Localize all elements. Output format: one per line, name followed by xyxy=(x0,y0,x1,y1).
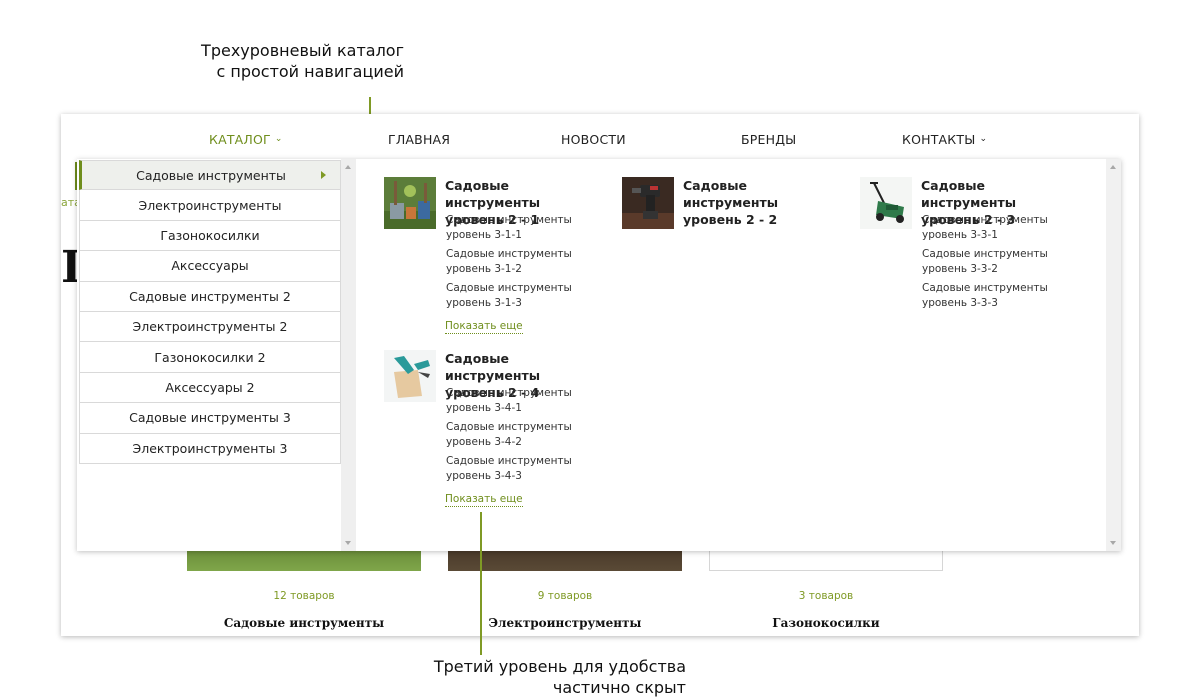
caret-right-icon xyxy=(321,171,326,179)
level-1-item[interactable]: Газонокосилки xyxy=(79,220,341,252)
nav-brands[interactable]: БРЕНДЫ xyxy=(741,132,796,147)
level-3-line: Садовые инструменты xyxy=(446,248,572,260)
category-card-count: 3 товаров xyxy=(798,590,854,602)
callout-top-line-1: Трехуровневый каталог xyxy=(201,41,404,60)
level-1-item[interactable]: Электроинструменты 2 xyxy=(79,311,341,343)
show-more-link[interactable]: Показать еще xyxy=(445,493,523,507)
level-3-line: Садовые инструменты xyxy=(446,214,572,226)
callout-third-level-hidden: Третий уровень для удобства частично скр… xyxy=(380,656,686,698)
level-1-item[interactable]: Электроинструменты 3 xyxy=(79,433,341,464)
level-1-item-label: Газонокосилки xyxy=(160,227,260,243)
nav-contacts[interactable]: КОНТАКТЫ ⌄ xyxy=(902,132,987,147)
category-card-title[interactable]: Садовые инструменты xyxy=(187,616,421,630)
level-3-line: Садовые инструменты xyxy=(922,248,1048,260)
nav-brands-label: БРЕНДЫ xyxy=(741,132,797,147)
level-2-title-line: Садовые инструменты xyxy=(683,178,779,210)
level-1-item-label: Аксессуары 2 xyxy=(165,379,255,395)
level-3-line: уровень 3-3-1 xyxy=(922,229,998,241)
level-1-item-label: Аксессуары xyxy=(171,258,249,274)
category-card-title[interactable]: Электроинструменты xyxy=(448,616,682,630)
category-card-image-mowers[interactable] xyxy=(709,550,943,571)
level-3-link[interactable]: Садовые инструменты уровень 3-1-3 xyxy=(446,281,596,311)
scroll-down-icon[interactable] xyxy=(1110,541,1116,545)
pruner-tool-image[interactable] xyxy=(384,350,436,402)
level-3-line: уровень 3-4-1 xyxy=(446,402,522,414)
level-3-line: Садовые инструменты xyxy=(446,421,572,433)
level-1-item[interactable]: Газонокосилки 2 xyxy=(79,342,341,373)
level-2-title[interactable]: Садовые инструменты уровень 2 - 2 xyxy=(683,177,843,228)
level-3-link[interactable]: Садовые инструменты уровень 3-1-2 xyxy=(446,247,596,277)
nav-contacts-label: КОНТАКТЫ xyxy=(902,132,976,147)
chevron-down-icon: ⌄ xyxy=(274,133,283,144)
nav-home[interactable]: ГЛАВНАЯ xyxy=(388,132,450,147)
level-3-link[interactable]: Садовые инструменты уровень 3-4-3 xyxy=(446,454,596,484)
level-3-link[interactable]: Садовые инструменты уровень 3-3-2 xyxy=(922,247,1072,277)
level-1-item-label: Садовые инструменты 2 xyxy=(129,288,291,304)
level-3-line: уровень 3-1-2 xyxy=(446,263,522,275)
level-3-link[interactable]: Садовые инструменты уровень 3-4-2 xyxy=(446,420,596,450)
category-card-image-power[interactable] xyxy=(448,550,682,571)
level-3-line: Садовые инструменты xyxy=(922,214,1048,226)
level-3-line: Садовые инструменты xyxy=(922,282,1048,294)
level-3-line: уровень 3-3-2 xyxy=(922,263,998,275)
catalog-mega-menu: Садовые инструменты Электроинструменты Г… xyxy=(77,159,1121,551)
submenu-scrollbar[interactable] xyxy=(1106,159,1121,551)
level-1-item[interactable]: Садовые инструменты 2 xyxy=(79,281,341,312)
category-card-count: 12 товаров xyxy=(273,590,335,602)
level-2-title-line: Садовые инструменты xyxy=(921,178,1017,210)
level-3-line: уровень 3-3-3 xyxy=(922,297,998,309)
show-more-link[interactable]: Показать еще xyxy=(445,320,523,334)
level-3-line: Садовые инструменты xyxy=(446,455,572,467)
main-navigation: КАТАЛОГ ⌄ ГЛАВНАЯ НОВОСТИ БРЕНДЫ КОНТАКТ… xyxy=(61,114,1139,164)
level-3-line: уровень 3-4-3 xyxy=(446,470,522,482)
level-3-line: уровень 3-4-2 xyxy=(446,436,522,448)
nav-catalog-label: КАТАЛОГ xyxy=(209,132,271,147)
callout-three-level-catalog: Трехуровневый каталог с простой навигаци… xyxy=(150,40,404,82)
level-3-link[interactable]: Садовые инструменты уровень 3-3-1 xyxy=(922,213,1072,243)
level-2-title-line: Садовые инструменты xyxy=(445,351,541,383)
callout-bottom-line-2: частично скрыт xyxy=(552,678,686,697)
scroll-up-icon[interactable] xyxy=(1110,165,1116,169)
level-3-line: уровень 3-1-3 xyxy=(446,297,522,309)
nav-home-label: ГЛАВНАЯ xyxy=(388,132,451,147)
level-3-line: уровень 3-1-1 xyxy=(446,229,522,241)
nav-news[interactable]: НОВОСТИ xyxy=(561,132,626,147)
level-1-item-label: Газонокосилки 2 xyxy=(154,349,266,365)
level-1-item[interactable]: Садовые инструменты xyxy=(79,160,341,191)
callout-bottom-line-1: Третий уровень для удобства xyxy=(433,657,686,676)
level-1-item-label: Садовые инструменты xyxy=(136,167,286,183)
catalog-level-1-list: Садовые инструменты Электроинструменты Г… xyxy=(79,160,341,464)
callout-bottom-pointer xyxy=(480,512,482,655)
level-2-title-line: уровень 2 - 2 xyxy=(683,212,778,227)
nav-catalog[interactable]: КАТАЛОГ ⌄ xyxy=(209,132,283,147)
level-3-link[interactable]: Садовые инструменты уровень 3-4-1 xyxy=(446,386,596,416)
presentation-stage: Трехуровневый каталог с простой навигаци… xyxy=(0,0,1200,700)
level-1-item[interactable]: Аксессуары 2 xyxy=(79,372,341,404)
level-1-item[interactable]: Аксессуары xyxy=(79,251,341,282)
level-1-item-label: Садовые инструменты 3 xyxy=(129,410,291,426)
level-2-title-line: Садовые инструменты xyxy=(445,178,541,210)
category-card-count: 9 товаров xyxy=(537,590,593,602)
lawn-mower-image[interactable] xyxy=(860,177,912,229)
level-1-item[interactable]: Садовые инструменты 3 xyxy=(79,403,341,434)
garden-tools-image[interactable] xyxy=(384,177,436,229)
level-3-link[interactable]: Садовые инструменты уровень 3-3-3 xyxy=(922,281,1072,311)
level-1-item-label: Электроинструменты 3 xyxy=(132,440,288,456)
chevron-down-icon: ⌄ xyxy=(979,133,988,144)
power-drill-image[interactable] xyxy=(622,177,674,229)
level-1-item-label: Электроинструменты 2 xyxy=(132,319,288,335)
scroll-down-icon[interactable] xyxy=(345,541,351,545)
category-card-title[interactable]: Газонокосилки xyxy=(709,616,943,630)
level-1-item-label: Электроинструменты xyxy=(138,197,282,213)
level-3-line: Садовые инструменты xyxy=(446,282,572,294)
callout-top-line-2: с простой навигацией xyxy=(216,62,404,81)
nav-news-label: НОВОСТИ xyxy=(561,132,626,147)
scroll-up-icon[interactable] xyxy=(345,165,351,169)
level-1-item[interactable]: Электроинструменты xyxy=(79,190,341,221)
level-1-scrollbar[interactable] xyxy=(341,159,356,551)
category-card-image-garden[interactable] xyxy=(187,550,421,571)
level-3-link[interactable]: Садовые инструменты уровень 3-1-1 xyxy=(446,213,596,243)
level-3-line: Садовые инструменты xyxy=(446,387,572,399)
